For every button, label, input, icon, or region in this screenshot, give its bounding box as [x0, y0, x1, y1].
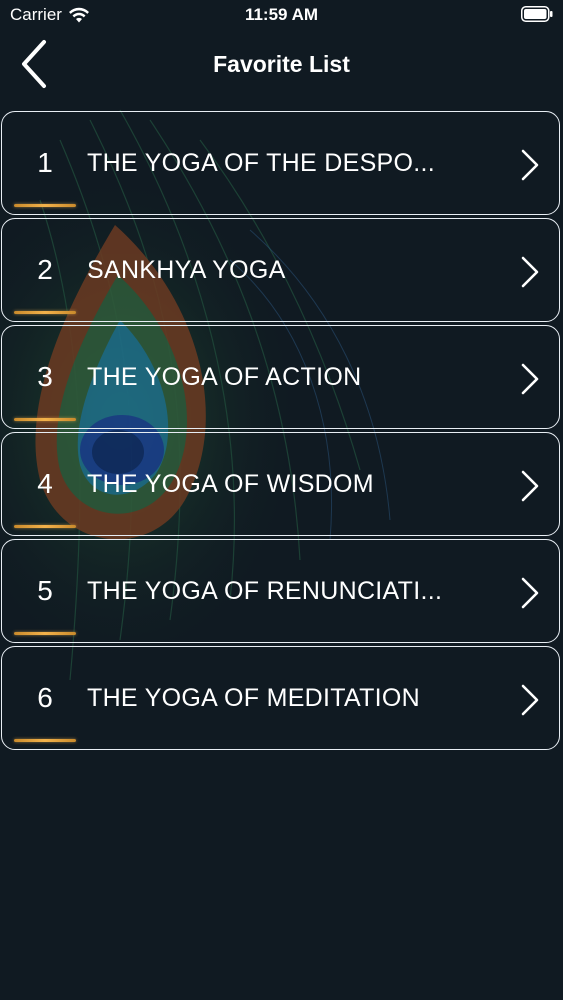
chapter-number: 4	[37, 468, 53, 499]
chevron-right-icon	[519, 683, 541, 717]
chapter-title: THE YOGA OF THE DESPO...	[87, 149, 436, 177]
number-underline	[14, 632, 76, 635]
chapter-title: THE YOGA OF RENUNCIATI...	[87, 577, 443, 605]
favorite-item-5[interactable]: 5 THE YOGA OF RENUNCIATI...	[1, 539, 560, 643]
favorite-item-4[interactable]: 4 THE YOGA OF WISDOM	[1, 432, 560, 536]
chapter-title: THE YOGA OF ACTION	[87, 363, 362, 391]
chevron-right-icon	[519, 469, 541, 503]
chapter-number: 5	[37, 575, 53, 606]
favorite-item-3[interactable]: 3 THE YOGA OF ACTION	[1, 325, 560, 429]
number-underline	[14, 418, 76, 421]
chapter-number: 3	[37, 361, 53, 392]
number-underline	[14, 525, 76, 528]
chapter-title: SANKHYA YOGA	[87, 256, 286, 284]
chevron-right-icon	[519, 362, 541, 396]
number-underline	[14, 311, 76, 314]
status-bar: Carrier 11:59 AM	[0, 0, 563, 30]
number-underline	[14, 204, 76, 207]
status-time: 11:59 AM	[244, 5, 319, 24]
chevron-right-icon	[519, 148, 541, 182]
chevron-right-icon	[519, 576, 541, 610]
favorite-item-1[interactable]: 1 THE YOGA OF THE DESPO...	[1, 111, 560, 215]
favorite-list: 1 THE YOGA OF THE DESPO... 2 SANKHYA YOG…	[0, 111, 563, 753]
chapter-number: 6	[37, 682, 53, 713]
favorite-item-6[interactable]: 6 THE YOGA OF MEDITATION	[1, 646, 560, 750]
chapter-number: 2	[37, 254, 53, 285]
battery-icon	[521, 6, 553, 27]
chapter-number: 1	[37, 147, 53, 178]
navigation-bar: Favorite List	[0, 30, 563, 100]
number-underline	[14, 739, 76, 742]
chapter-title: THE YOGA OF MEDITATION	[87, 684, 421, 712]
chapter-title: THE YOGA OF WISDOM	[87, 470, 374, 498]
favorite-item-2[interactable]: 2 SANKHYA YOGA	[1, 218, 560, 322]
chevron-right-icon	[519, 255, 541, 289]
page-title: Favorite List	[213, 51, 350, 77]
